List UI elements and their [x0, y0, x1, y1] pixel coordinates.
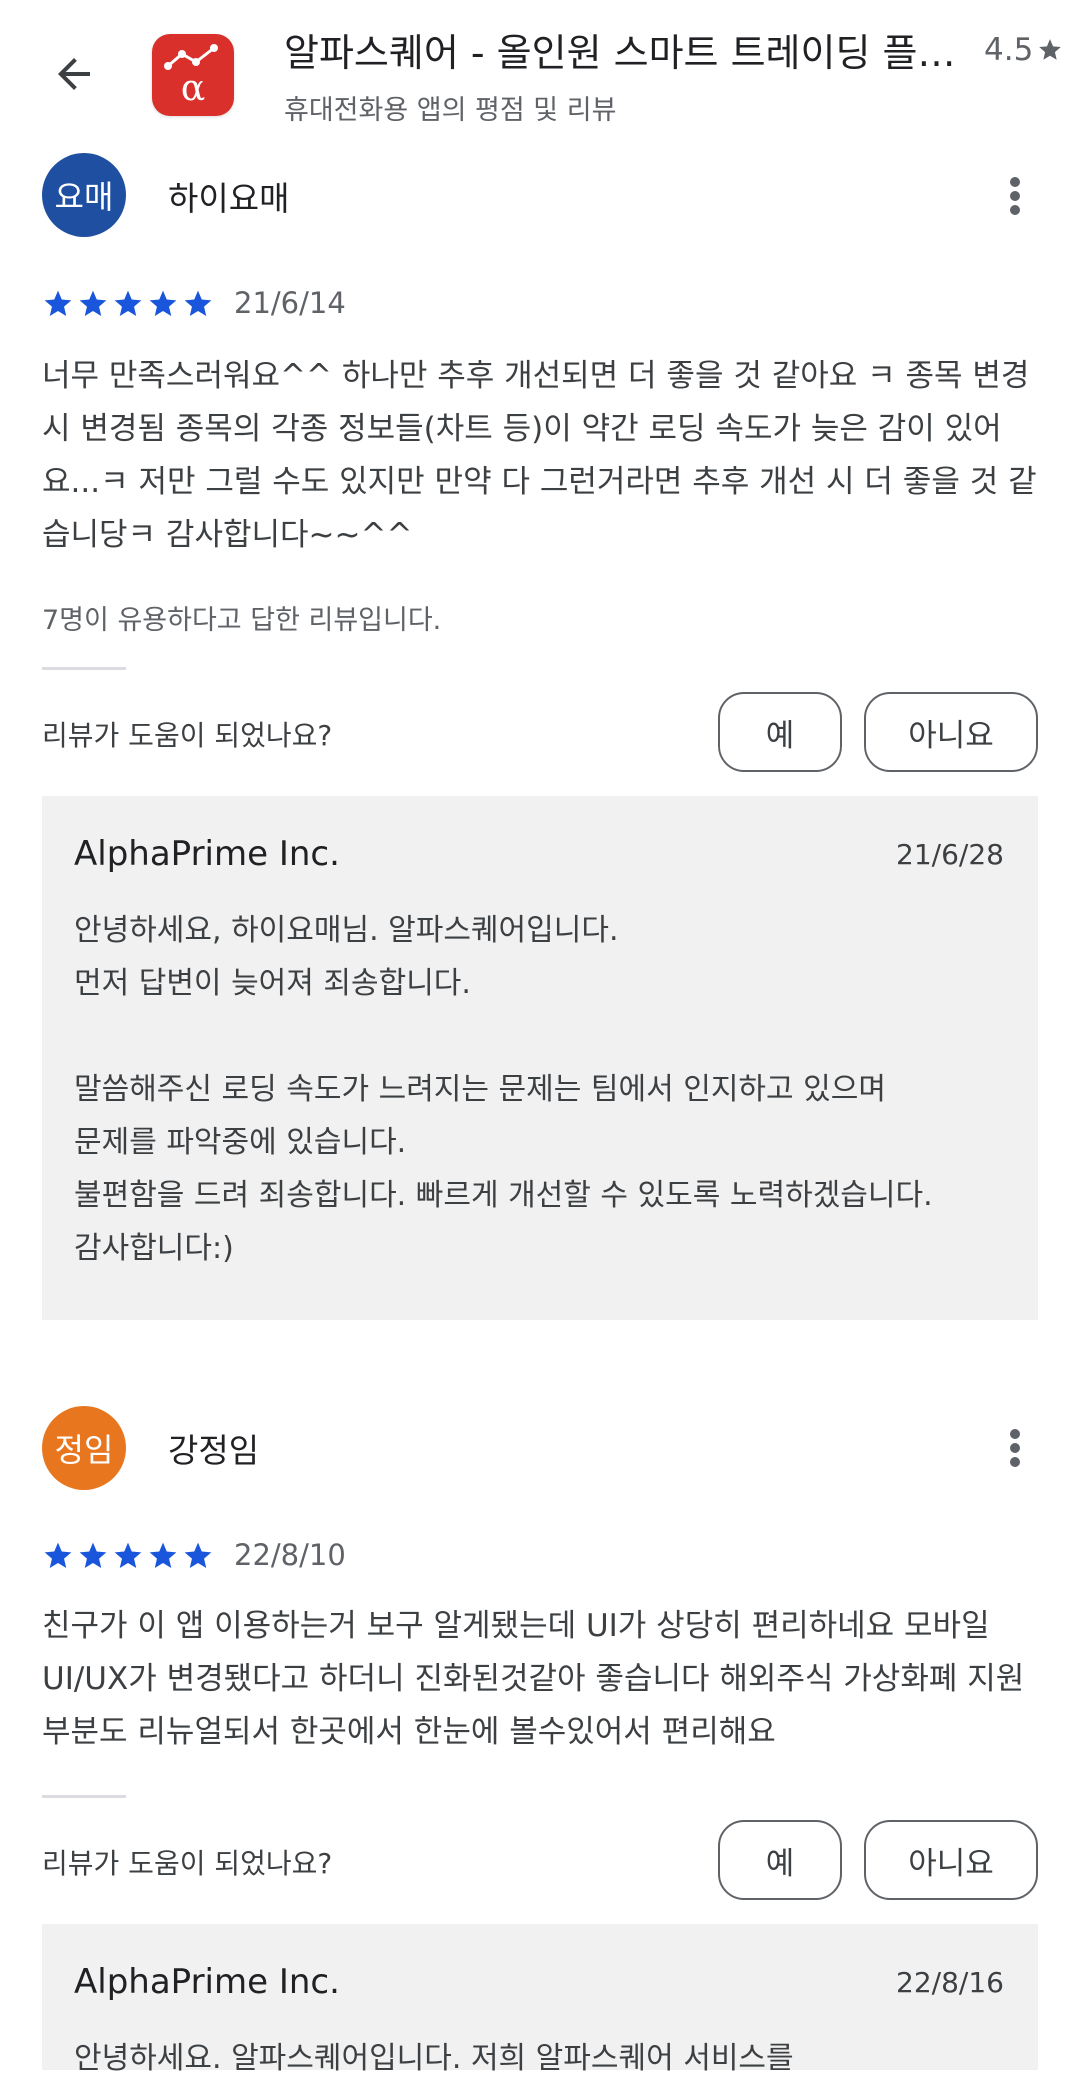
star-icon: [79, 290, 107, 316]
star-icon: [184, 290, 212, 316]
more-vert-icon: [1010, 177, 1020, 215]
developer-name: AlphaPrime Inc.: [74, 1962, 340, 2002]
star-icon: [149, 1542, 177, 1568]
review-date: 22/8/10: [234, 1538, 346, 1572]
app-rating: 4.5: [984, 32, 1063, 68]
star-icon: [44, 1542, 72, 1568]
star-icon: [114, 290, 142, 316]
review-text: 친구가 이 앱 이용하는거 보구 알게됐는데 UI가 상당히 편리하네요 모바일…: [42, 1608, 1025, 1750]
helpful-question: 리뷰가 도움이 되었나요?: [42, 719, 333, 752]
divider: [42, 667, 126, 670]
reply-date: 21/6/28: [896, 838, 1004, 871]
more-options-button[interactable]: [990, 166, 1040, 226]
star-icon: [44, 290, 72, 316]
app-subtitle: 휴대전화용 앱의 평점 및 리뷰: [284, 95, 617, 126]
back-button[interactable]: [44, 44, 104, 104]
developer-name: AlphaPrime Inc.: [74, 834, 340, 874]
more-options-button[interactable]: [990, 1418, 1040, 1478]
developer-reply: AlphaPrime Inc. 22/8/16 안녕하세요. 알파스퀘어입니다.…: [42, 1924, 1038, 2076]
reply-text: 안녕하세요. 알파스퀘어입니다. 저희 알파스퀘어 서비스를: [74, 2041, 794, 2076]
star-icon: [79, 1542, 107, 1568]
app-title: 알파스퀘어 - 올인원 스마트 트레이딩 플랫폼: [284, 31, 964, 75]
helpful-yes-button[interactable]: 예: [718, 692, 842, 772]
divider: [42, 1795, 126, 1798]
svg-text:α: α: [181, 68, 205, 109]
reply-text: 안녕하세요, 하이요매님. 알파스퀘어입니다. 먼저 답변이 늦어져 죄송합니다…: [74, 913, 933, 1266]
star-icon: [184, 1542, 212, 1568]
star-icon: [1039, 39, 1062, 60]
reviewer-name: 강정임: [168, 1431, 260, 1470]
review-text: 너무 만족스러워요^^ 하나만 추후 개선되면 더 좋을 것 같아요 ㅋ 종목 …: [42, 358, 1037, 553]
reply-date: 22/8/16: [896, 1966, 1004, 1999]
rating-value: 4.5: [984, 32, 1034, 68]
developer-reply: AlphaPrime Inc. 21/6/28 안녕하세요, 하이요매님. 알파…: [42, 796, 1038, 1320]
helpful-count: 7명이 유용하다고 답한 리뷰입니다.: [42, 605, 442, 636]
arrow-back-icon: [58, 58, 90, 90]
helpful-no-button[interactable]: 아니요: [864, 1820, 1038, 1900]
avatar: 요매: [42, 153, 126, 237]
star-rating: [42, 1540, 214, 1572]
reviewer-name: 하이요매: [168, 179, 290, 218]
more-vert-icon: [1010, 1429, 1020, 1467]
app-icon: α: [152, 34, 234, 116]
app-header: α 알파스퀘어 - 올인원 스마트 트레이딩 플랫폼 휴대전화용 앱의 평점 및…: [0, 0, 1080, 150]
helpful-question: 리뷰가 도움이 되었나요?: [42, 1847, 333, 1880]
helpful-yes-button[interactable]: 예: [718, 1820, 842, 1900]
avatar: 정임: [42, 1406, 126, 1490]
star-rating: [42, 288, 214, 320]
helpful-no-button[interactable]: 아니요: [864, 692, 1038, 772]
review-date: 21/6/14: [234, 286, 346, 320]
star-icon: [149, 290, 177, 316]
star-icon: [114, 1542, 142, 1568]
